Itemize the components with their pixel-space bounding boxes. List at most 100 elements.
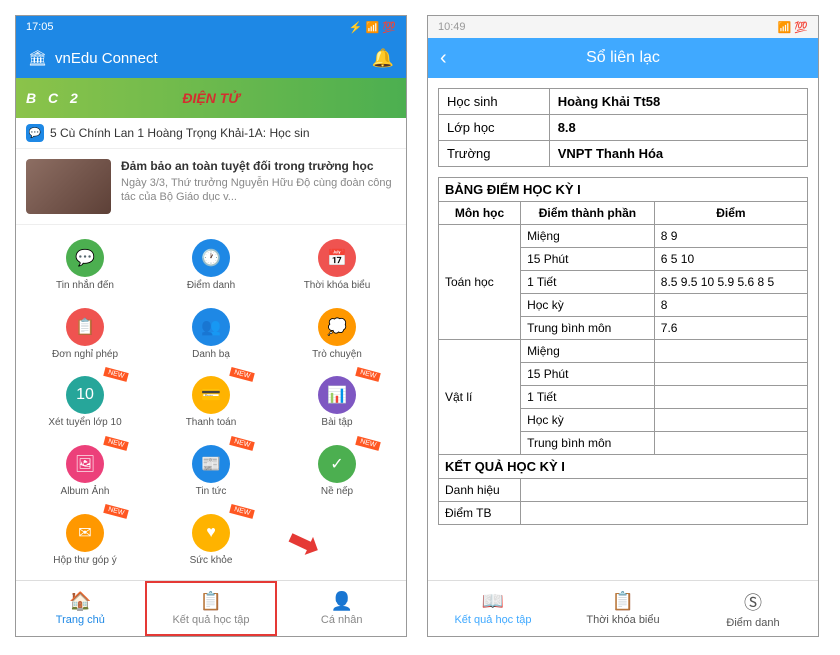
nav-results[interactable]: 📖 Kết quả học tập [428, 581, 558, 636]
book-icon: 📖 [482, 591, 504, 612]
banner[interactable]: ĐIỆN TỬ [16, 78, 406, 118]
results-icon: 📋 [200, 591, 222, 612]
nav-results[interactable]: 📋 Kết quả học tập [145, 581, 278, 636]
bottom-nav: 🏠 Trang chủ 📋 Kết quả học tập 👤 Cá nhân [16, 580, 406, 636]
profile-icon: 👤 [330, 591, 352, 612]
chat-icon: 💬 [26, 124, 44, 142]
new-badge: NEW [229, 504, 255, 519]
col-score: Điểm [654, 202, 807, 225]
feature-label: Thời khóa biểu [304, 280, 371, 291]
bell-icon[interactable]: 🔔 [372, 48, 394, 69]
grid-item[interactable]: 💭Trò chuyện [276, 302, 398, 367]
score-value: 8.5 9.5 10 5.9 5.6 8 5 [654, 271, 807, 294]
time: 17:05 [26, 21, 54, 33]
col-subject: Môn học [439, 202, 521, 225]
home-icon: 🏠 [69, 591, 91, 612]
score-component: 1 Tiết [521, 271, 655, 294]
score-value [654, 386, 807, 409]
feature-icon: ♥ [192, 514, 230, 552]
grid-item[interactable]: 🕐Điểm danh [150, 233, 272, 298]
grid-item[interactable]: NEW10Xét tuyển lớp 10 [24, 370, 146, 435]
news-card[interactable]: Đảm bảo an toàn tuyệt đối trong trường h… [16, 149, 406, 225]
nav-home[interactable]: 🏠 Trang chủ [16, 581, 145, 636]
status-icons: 📶 💯 [778, 21, 808, 34]
nav-label: Thời khóa biểu [586, 614, 659, 626]
result-key: Điểm TB [439, 502, 521, 525]
feature-label: Đơn nghỉ phép [52, 349, 118, 360]
info-row: Lớp học8.8 [439, 115, 808, 141]
news-ticker[interactable]: 💬 5 Cù Chính Lan 1 Hoàng Trọng Khải-1A: … [16, 118, 406, 149]
grid-item[interactable]: NEW✉Hộp thư góp ý [24, 507, 146, 572]
new-badge: NEW [229, 367, 255, 382]
score-component: 1 Tiết [521, 386, 655, 409]
feature-icon: ✉ [66, 514, 104, 552]
feature-icon: 📊 [318, 376, 356, 414]
score-component: Học kỳ [521, 294, 655, 317]
feature-label: Điểm danh [187, 280, 235, 291]
nav-schedule[interactable]: 📋 Thời khóa biểu [558, 581, 688, 636]
score-component: Trung bình môn [521, 432, 655, 455]
feature-icon: 🖼 [66, 445, 104, 483]
info-row: TrườngVNPT Thanh Hóa [439, 141, 808, 167]
nav-profile[interactable]: 👤 Cá nhân [277, 581, 406, 636]
feature-icon: 👥 [192, 308, 230, 346]
page-header: ‹ Sổ liên lạc [428, 38, 818, 78]
nav-label: Điểm danh [726, 617, 779, 629]
new-badge: NEW [355, 367, 381, 382]
app-header: 🏛 vnEdu Connect 🔔 [16, 38, 406, 78]
score-value: 8 [654, 294, 807, 317]
subject-name: Vật lí [439, 340, 521, 455]
attendance-icon: Ⓢ [744, 589, 762, 615]
score-component: Trung bình môn [521, 317, 655, 340]
grid-item[interactable]: 💬Tin nhắn đến [24, 233, 146, 298]
student-info-table: Học sinhHoàng Khải Tt58Lớp học8.8TrườngV… [438, 88, 808, 167]
new-badge: NEW [355, 436, 381, 451]
grid-item[interactable]: NEW♥Sức khỏe [150, 507, 272, 572]
result-row: Điểm TB [439, 502, 808, 525]
page-title: Sổ liên lạc [586, 49, 660, 67]
score-value [654, 432, 807, 455]
status-icons: ⚡ 📶 💯 [349, 21, 396, 34]
new-badge: NEW [229, 436, 255, 451]
grid-item[interactable]: NEW💳Thanh toán [150, 370, 272, 435]
section-title: KẾT QUẢ HỌC KỲ I [439, 455, 808, 479]
score-value: 8 9 [654, 225, 807, 248]
grid-item[interactable]: 👥Danh bạ [150, 302, 272, 367]
feature-icon: ✓ [318, 445, 356, 483]
schedule-icon: 📋 [612, 591, 634, 612]
result-value [521, 479, 808, 502]
grid-item[interactable]: NEW🖼Album Ảnh [24, 439, 146, 504]
info-key: Lớp học [439, 115, 550, 141]
score-component: Miệng [521, 340, 655, 363]
grid-item[interactable]: NEW📰 Tin tức [150, 439, 272, 504]
feature-label: Tin tức [196, 486, 227, 497]
feature-grid: 💬Tin nhắn đến🕐Điểm danh 📅 Thời khóa biểu 📋Đ… [16, 225, 406, 580]
grid-item[interactable]: 📅 Thời khóa biểu [276, 233, 398, 298]
score-component: Miệng [521, 225, 655, 248]
section-title: BẢNG ĐIỂM HỌC KỲ I [439, 178, 808, 202]
nav-attendance[interactable]: Ⓢ Điểm danh [688, 581, 818, 636]
col-component: Điểm thành phần [521, 202, 655, 225]
grid-item[interactable]: NEW📊Bài tập [276, 370, 398, 435]
info-key: Học sinh [439, 89, 550, 115]
score-value [654, 363, 807, 386]
nav-label: Kết quả học tập [172, 614, 249, 626]
result-row: Danh hiệu [439, 479, 808, 502]
feature-icon: 📅 [318, 239, 356, 277]
time: 10:49 [438, 21, 466, 33]
grid-item[interactable]: NEW✓Nề nếp [276, 439, 398, 504]
feature-icon: 📰 [192, 445, 230, 483]
score-component: 15 Phút [521, 363, 655, 386]
bottom-nav: 📖 Kết quả học tập 📋 Thời khóa biểu Ⓢ Điể… [428, 580, 818, 636]
score-value: 7.6 [654, 317, 807, 340]
grid-item[interactable]: 📋Đơn nghỉ phép [24, 302, 146, 367]
news-desc: Ngày 3/3, Thứ trưởng Nguyễn Hữu Độ cùng … [121, 176, 396, 205]
news-image [26, 159, 111, 214]
subject-name: Toán học [439, 225, 521, 340]
info-value: VNPT Thanh Hóa [549, 141, 807, 167]
feature-icon: 💬 [66, 239, 104, 277]
feature-label: Hộp thư góp ý [53, 555, 116, 566]
ticker-text: 5 Cù Chính Lan 1 Hoàng Trọng Khải-1A: Họ… [50, 126, 310, 140]
back-icon[interactable]: ‹ [440, 47, 447, 70]
news-title: Đảm bảo an toàn tuyệt đối trong trường h… [121, 159, 396, 173]
